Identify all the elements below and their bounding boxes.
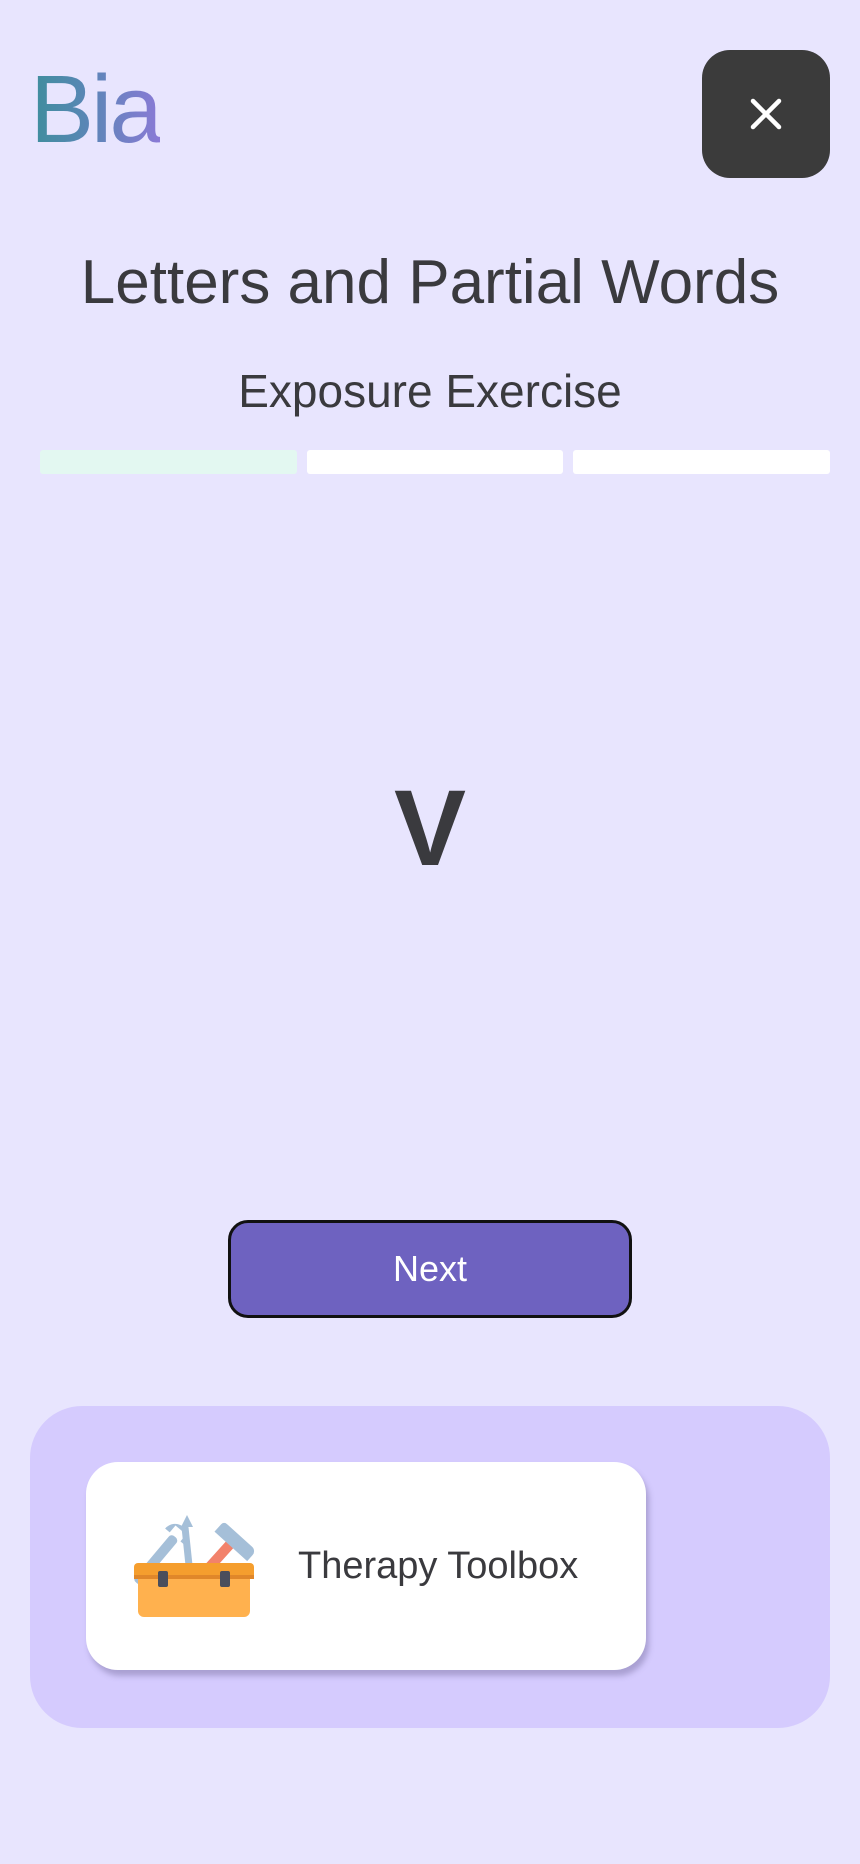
- progress-segment: [306, 450, 564, 474]
- stimulus-letter: V: [393, 767, 467, 888]
- toolbox-label: Therapy Toolbox: [298, 1544, 579, 1587]
- progress-segment: [573, 450, 831, 474]
- exercise-subtitle: Exposure Exercise: [238, 365, 622, 417]
- therapy-toolbox-button[interactable]: Therapy Toolbox: [86, 1462, 646, 1670]
- exercise-title: Letters and Partial Words: [80, 248, 780, 317]
- close-button[interactable]: [702, 50, 830, 178]
- progress-segment: [40, 450, 297, 474]
- toolbox-icon: [124, 1511, 264, 1621]
- progress-bar: [40, 450, 831, 474]
- next-button[interactable]: Next: [228, 1220, 632, 1318]
- bia-logo: Bia: [30, 56, 163, 163]
- toolbox-panel: Therapy Toolbox: [30, 1406, 830, 1728]
- close-icon: [749, 97, 783, 131]
